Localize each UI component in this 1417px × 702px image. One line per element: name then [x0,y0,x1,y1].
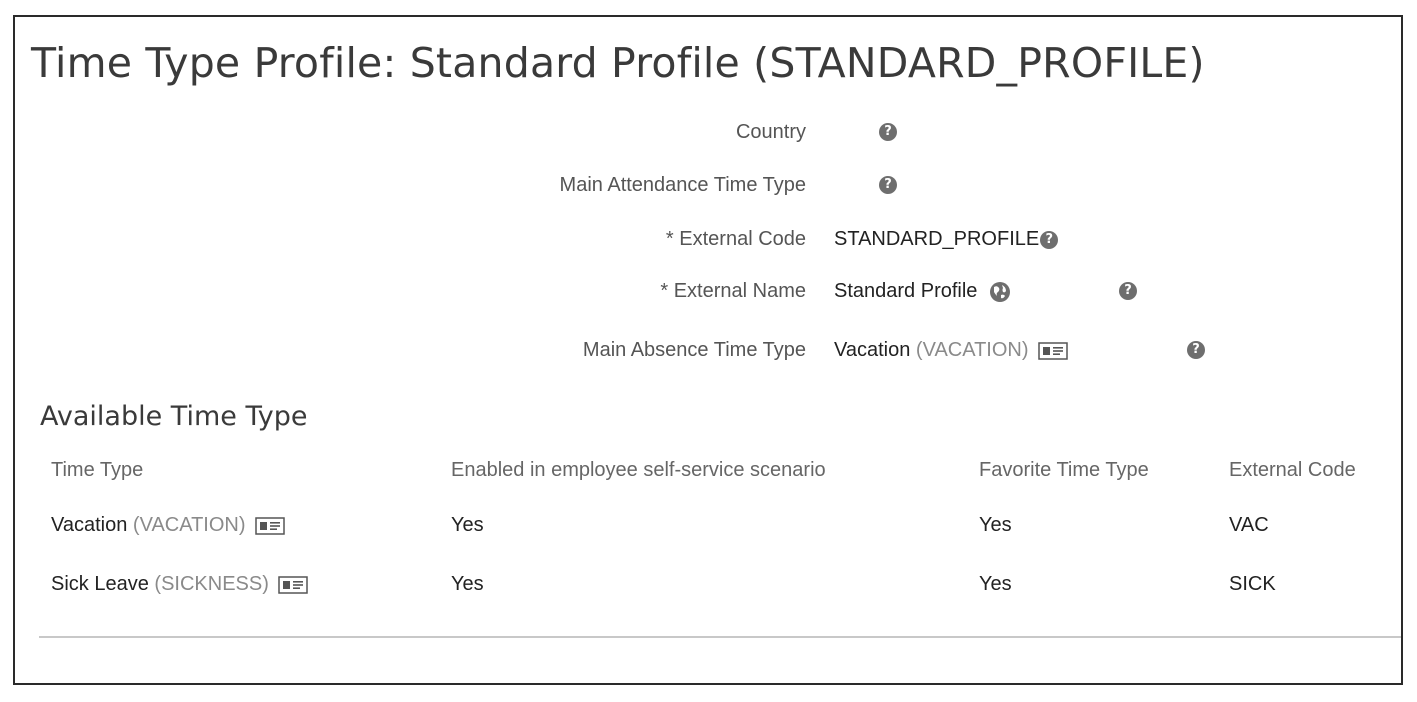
field-row-country: Country ? [15,121,1401,151]
section-title-available-time-type: Available Time Type [40,401,308,432]
table-cell-favorite: Yes [979,514,1012,536]
table-cell-external-code: VAC [1229,514,1269,536]
external-name-help-icon[interactable]: ? [1119,282,1137,300]
section-divider [39,636,1401,638]
country-label: Country [735,121,806,143]
main-attendance-label: Main Attendance Time Type [559,174,806,196]
field-row-main-absence: Main Absence Time Type Vacation (VACATIO… [15,339,1401,369]
details-card-icon[interactable] [255,516,285,535]
field-row-main-attendance: Main Attendance Time Type ? [15,174,1401,204]
table-cell-favorite: Yes [979,573,1012,595]
globe-icon[interactable] [989,281,1011,303]
main-attendance-help-icon[interactable]: ? [879,176,897,194]
time-type-name: Vacation [51,514,128,536]
external-name-text: Standard Profile [834,280,978,302]
time-type-code: (SICKNESS) [154,573,269,595]
main-absence-value: Vacation (VACATION) [834,339,1068,362]
field-row-external-name: * External Name Standard Profile ? [15,280,1401,310]
column-header-enabled: Enabled in employee self-service scenari… [451,459,826,481]
table-cell-external-code: SICK [1229,573,1276,595]
external-name-label: * External Name [660,280,806,302]
external-code-text: STANDARD_PROFILE [834,228,1040,250]
column-header-time-type: Time Type [51,459,144,481]
external-name-value: Standard Profile [834,280,1011,303]
country-help-icon[interactable]: ? [879,123,897,141]
external-code-label: * External Code [665,228,806,250]
external-code-help-icon[interactable]: ? [1040,230,1059,249]
column-header-external-code: External Code [1229,459,1356,481]
time-type-code: (VACATION) [132,514,246,536]
details-card-icon[interactable] [278,575,309,594]
table-row-time-type: Vacation (VACATION) [51,514,285,537]
main-absence-code: (VACATION) [915,339,1029,361]
details-card-icon[interactable] [1038,341,1068,360]
time-type-profile-panel: Time Type Profile: Standard Profile (STA… [13,15,1403,685]
page-title: Time Type Profile: Standard Profile (STA… [31,39,1205,87]
table-cell-enabled: Yes [451,514,484,536]
main-absence-name: Vacation [834,339,911,361]
external-code-value: STANDARD_PROFILE? [834,228,1059,251]
main-absence-label: Main Absence Time Type [582,339,806,361]
column-header-favorite: Favorite Time Type [979,459,1149,481]
main-absence-help-icon[interactable]: ? [1187,341,1205,359]
field-row-external-code: * External Code STANDARD_PROFILE? [15,228,1401,258]
time-type-name: Sick Leave [51,573,149,595]
table-cell-enabled: Yes [451,573,484,595]
table-row-time-type: Sick Leave (SICKNESS) [51,573,309,596]
